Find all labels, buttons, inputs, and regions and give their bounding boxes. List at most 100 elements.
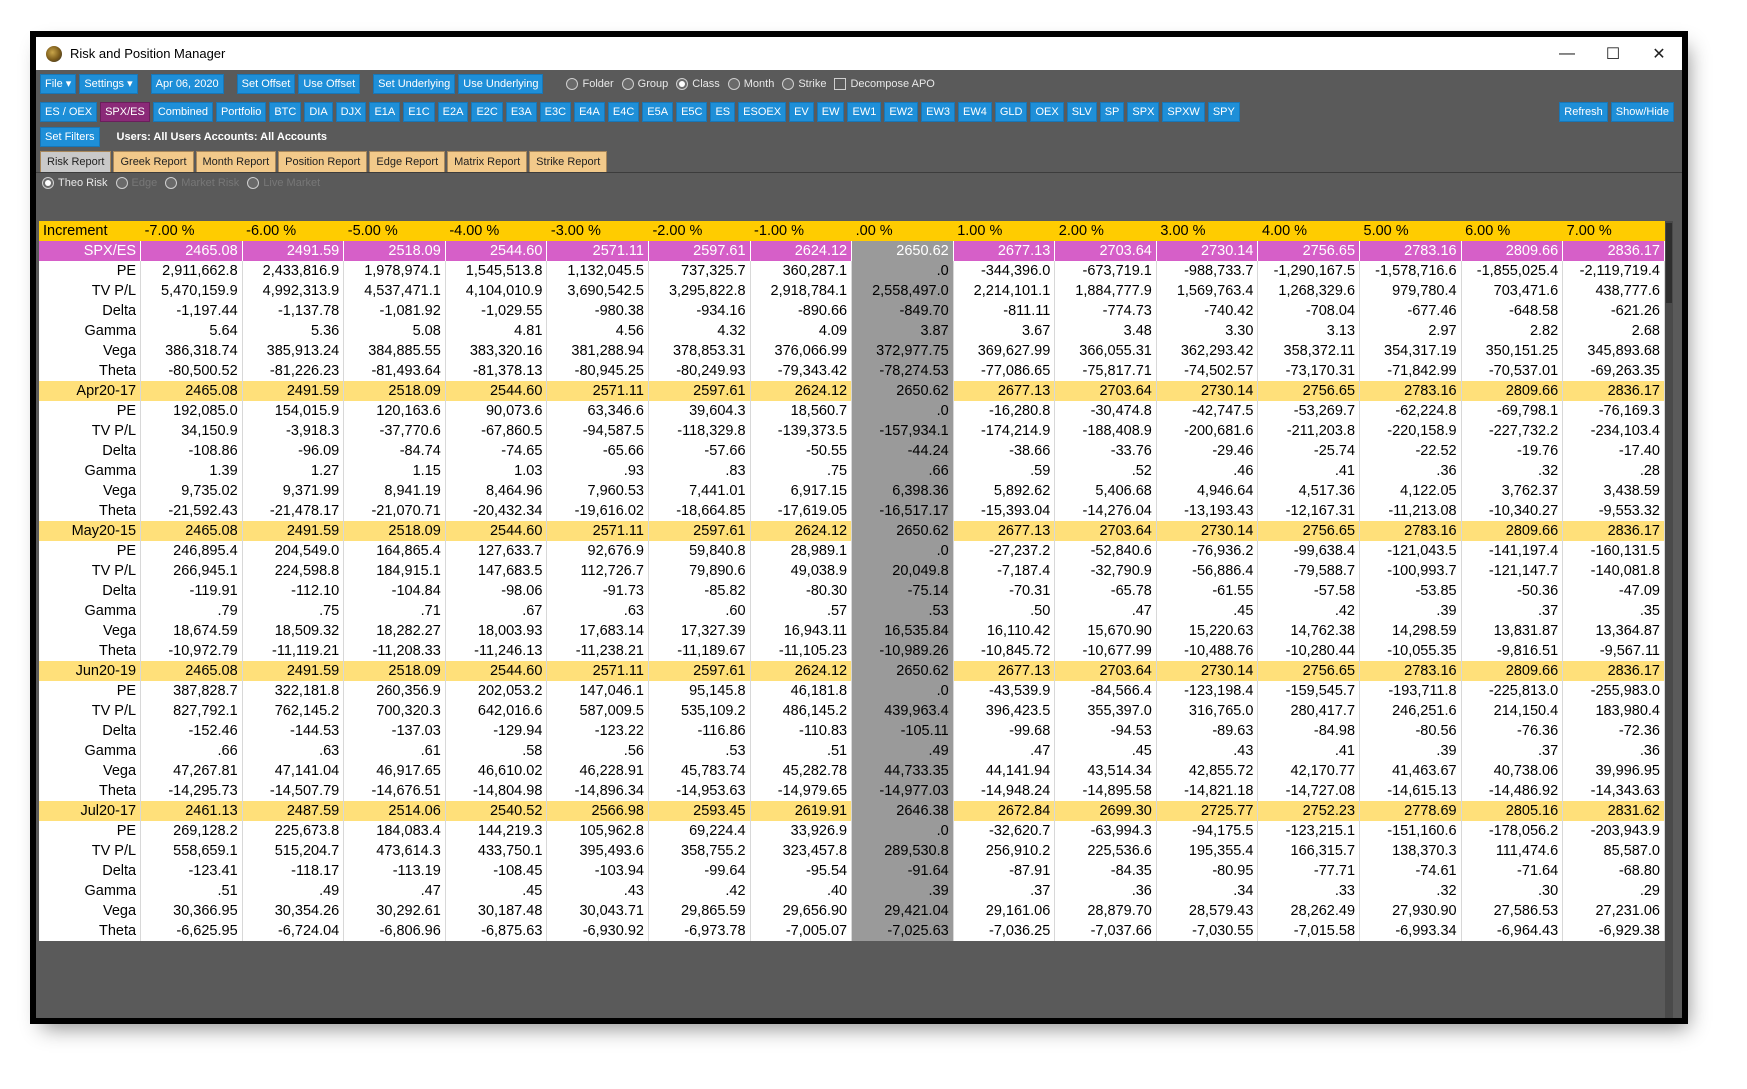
- symbol-button-sp[interactable]: SP: [1099, 102, 1125, 122]
- grid-cell: 2514.06: [343, 801, 446, 821]
- symbol-button-btc[interactable]: BTC: [269, 102, 302, 122]
- metric-row-theta: Theta -6,625.95 -6,724.04 -6,806.96 -6,875.6…: [39, 921, 1665, 941]
- metric-row-gamma: Gamma .66.63.61.58.56.53.51.49.47.45.43.4…: [39, 741, 1665, 761]
- grid-cell: 2,911,662.8: [140, 261, 243, 281]
- symbol-button-e4c[interactable]: E4C: [607, 102, 640, 122]
- grid-cell: 4,104,010.9: [445, 281, 548, 301]
- symbol-button-e1c[interactable]: E1C: [403, 102, 435, 122]
- symbol-button-esoex[interactable]: ESOEX: [738, 102, 787, 122]
- radio-theo-risk[interactable]: Theo Risk: [42, 177, 108, 189]
- symbol-button-combined[interactable]: Combined: [152, 102, 213, 122]
- row-label: Gamma: [39, 601, 142, 621]
- grid-cell: -14,676.51: [343, 781, 446, 801]
- row-label: Theta: [39, 361, 142, 381]
- tab-greek-report[interactable]: Greek Report: [113, 151, 194, 172]
- grid-cell: 4.81: [445, 321, 548, 341]
- radio-folder[interactable]: Folder: [566, 78, 614, 90]
- use-underlying-button[interactable]: Use Underlying: [458, 74, 544, 94]
- row-label: TV P/L: [39, 701, 142, 721]
- set-offset-button[interactable]: Set Offset: [236, 74, 296, 94]
- symbol-button-e2c[interactable]: E2C: [471, 102, 503, 122]
- decompose-apo-checkbox[interactable]: Decompose APO: [834, 78, 935, 90]
- increment-cell: 2.00 %: [1054, 221, 1157, 241]
- symbol-button-e3c[interactable]: E3C: [539, 102, 572, 122]
- tab-strike-report[interactable]: Strike Report: [529, 151, 608, 172]
- vertical-scrollbar[interactable]: [1665, 221, 1673, 1018]
- radio-strike[interactable]: Strike: [782, 78, 826, 90]
- grid-cell: 2756.65: [1257, 241, 1361, 261]
- file-menu-button[interactable]: File ▾: [40, 74, 77, 94]
- symbol-button-e3a[interactable]: E3A: [505, 102, 537, 122]
- use-offset-button[interactable]: Use Offset: [298, 74, 361, 94]
- maximize-button[interactable]: ☐: [1590, 37, 1636, 70]
- grid-cell: .30: [1461, 881, 1564, 901]
- tab-matrix-report[interactable]: Matrix Report: [447, 151, 528, 172]
- radio-group[interactable]: Group: [621, 78, 668, 90]
- tab-edge-report[interactable]: Edge Report: [369, 151, 446, 172]
- symbol-button-e5c[interactable]: E5C: [676, 102, 708, 122]
- symbol-button-es[interactable]: ES: [710, 102, 736, 122]
- grid-cell: .53: [648, 741, 751, 761]
- refresh-button[interactable]: Refresh: [1559, 102, 1608, 122]
- symbol-button-e2a[interactable]: E2A: [437, 102, 469, 122]
- grid-cell: 13,831.87: [1461, 621, 1564, 641]
- symbol-button-djx[interactable]: DJX: [335, 102, 367, 122]
- symbol-button-portfolio[interactable]: Portfolio: [215, 102, 267, 122]
- symbol-button-ev[interactable]: EV: [789, 102, 814, 122]
- grid-cell: 2783.16: [1359, 381, 1462, 401]
- symbol-button-slv[interactable]: SLV: [1066, 102, 1097, 122]
- symbol-button-ew[interactable]: EW: [816, 102, 845, 122]
- grid-cell: 16,110.42: [953, 621, 1056, 641]
- row-label: Theta: [39, 781, 142, 801]
- symbol-button-e5a[interactable]: E5A: [642, 102, 674, 122]
- symbol-button-spx-es[interactable]: SPX/ES: [100, 102, 150, 122]
- row-label: Delta: [39, 861, 142, 881]
- grid-cell: -81,378.13: [445, 361, 548, 381]
- radio-class[interactable]: Class: [676, 78, 720, 90]
- grid-cell: 17,683.14: [546, 621, 649, 641]
- symbol-button-oex[interactable]: OEX: [1030, 102, 1064, 122]
- settings-menu-button[interactable]: Settings ▾: [79, 74, 138, 94]
- show-hide-button[interactable]: Show/Hide: [1610, 102, 1674, 122]
- close-button[interactable]: ✕: [1636, 37, 1682, 70]
- metric-row-theta: Theta -21,592.43 -21,478.17 -21,070.71 -20,4…: [39, 501, 1665, 521]
- symbol-button-spxw[interactable]: SPXW: [1162, 102, 1205, 122]
- scroll-thumb[interactable]: [1666, 223, 1672, 303]
- symbol-button-ew1[interactable]: EW1: [847, 102, 882, 122]
- grid-cell: -14,507.79: [242, 781, 345, 801]
- symbol-button-e4a[interactable]: E4A: [574, 102, 605, 122]
- tab-position-report[interactable]: Position Report: [278, 151, 368, 172]
- symbol-button-ew4[interactable]: EW4: [958, 102, 992, 122]
- minimize-button[interactable]: —: [1544, 37, 1590, 70]
- grid-cell: 29,161.06: [953, 901, 1056, 921]
- symbol-button-dia[interactable]: DIA: [304, 102, 333, 122]
- row-label: Delta: [39, 721, 142, 741]
- symbol-button-spy[interactable]: SPY: [1207, 102, 1240, 122]
- row-label: Jul20-17: [39, 801, 142, 821]
- radio-label: Market Risk: [181, 177, 240, 189]
- grid-cell: -77.71: [1257, 861, 1361, 881]
- grid-cell: -27,237.2: [953, 541, 1056, 561]
- grid-cell: 395,493.6: [546, 841, 649, 861]
- symbol-button-e1a[interactable]: E1A: [369, 102, 401, 122]
- tab-month-report[interactable]: Month Report: [195, 151, 277, 172]
- grid-cell: 28,879.70: [1054, 901, 1157, 921]
- symbol-button-spx[interactable]: SPX: [1127, 102, 1160, 122]
- grid-cell: 1,132,045.5: [546, 261, 649, 281]
- radio-month[interactable]: Month: [727, 78, 774, 90]
- grid-cell: -21,478.17: [242, 501, 345, 521]
- grid-cell: .39: [1359, 741, 1462, 761]
- grid-cell: -84.74: [343, 441, 446, 461]
- set-underlying-button[interactable]: Set Underlying: [373, 74, 456, 94]
- set-filters-button[interactable]: Set Filters: [40, 127, 100, 147]
- symbol-button-ew2[interactable]: EW2: [884, 102, 919, 122]
- grid-cell: 39,604.3: [648, 401, 751, 421]
- grid-cell: -14,977.03: [851, 781, 954, 801]
- grid-cell: 120,163.6: [343, 401, 446, 421]
- tab-risk-report[interactable]: Risk Report: [40, 151, 112, 172]
- symbol-button-gld[interactable]: GLD: [994, 102, 1028, 122]
- date-picker-button[interactable]: Apr 06, 2020: [150, 74, 224, 94]
- grid-cell: 387,828.7: [140, 681, 243, 701]
- symbol-button-es-oex[interactable]: ES / OEX: [40, 102, 98, 122]
- symbol-button-ew3[interactable]: EW3: [921, 102, 956, 122]
